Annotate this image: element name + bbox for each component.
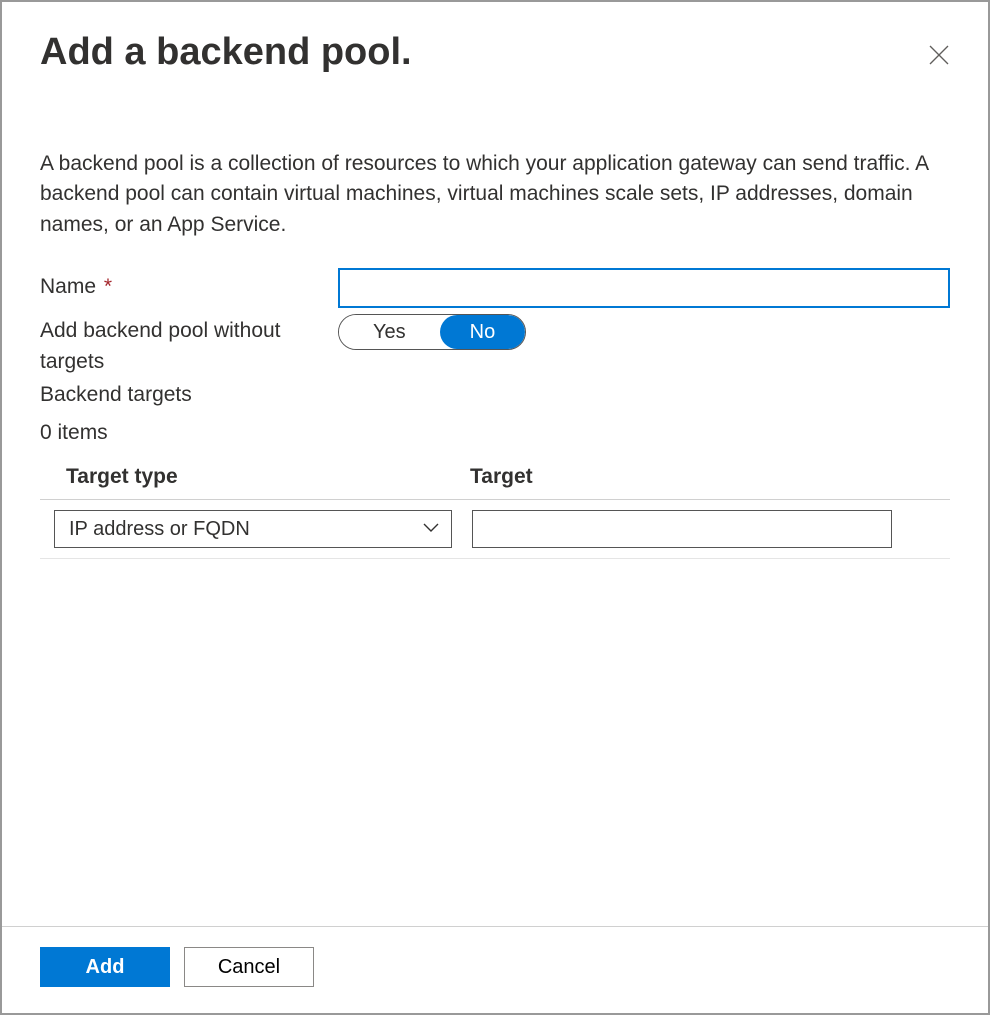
target-input[interactable] (472, 510, 892, 548)
target-type-value: IP address or FQDN (69, 518, 250, 541)
panel-footer: Add Cancel (2, 926, 988, 1013)
name-label: Name * (40, 268, 338, 302)
add-button[interactable]: Add (40, 947, 170, 987)
panel-description: A backend pool is a collection of resour… (40, 149, 950, 240)
toggle-yes[interactable]: Yes (339, 315, 440, 349)
no-targets-row: Add backend pool without targets Yes No (40, 312, 950, 377)
table-header: Target type Target (40, 461, 950, 500)
no-targets-toggle[interactable]: Yes No (338, 314, 526, 350)
panel-title: Add a backend pool. (40, 30, 412, 76)
cancel-button[interactable]: Cancel (184, 947, 314, 987)
column-target-type: Target type (40, 465, 470, 489)
backend-targets-label: Backend targets (40, 383, 950, 407)
add-backend-pool-panel: Add a backend pool. A backend pool is a … (0, 0, 990, 1015)
form-area: Name * Add backend pool without targets … (40, 268, 950, 559)
targets-table: Target type Target IP address or FQDN (40, 461, 950, 559)
name-input[interactable] (338, 268, 950, 308)
no-targets-label: Add backend pool without targets (40, 312, 338, 377)
name-row: Name * (40, 268, 950, 308)
close-icon[interactable] (920, 36, 958, 79)
items-count: 0 items (40, 421, 950, 445)
table-row: IP address or FQDN (40, 500, 950, 559)
toggle-no[interactable]: No (440, 315, 526, 349)
column-target: Target (470, 465, 950, 489)
required-indicator: * (98, 275, 112, 298)
target-type-select[interactable]: IP address or FQDN (54, 510, 452, 548)
panel-header: Add a backend pool. (40, 30, 950, 79)
panel-content: Add a backend pool. A backend pool is a … (2, 2, 988, 926)
